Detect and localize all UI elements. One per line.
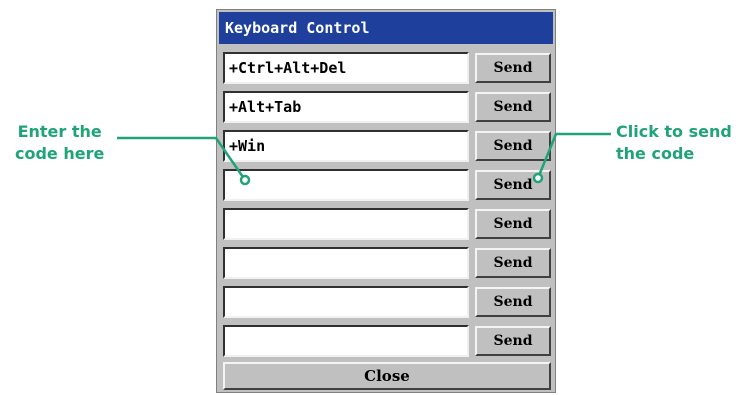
code-input-4[interactable] [223,169,469,201]
code-input-7[interactable] [223,286,469,318]
code-row: Send [223,286,553,318]
send-button-6[interactable]: Send [475,248,551,278]
enter-code-annotation: Enter the code here [15,121,104,165]
keyboard-control-dialog: Keyboard Control Send Send Send Send Sen… [216,9,556,393]
send-button-5[interactable]: Send [475,209,551,239]
code-input-5[interactable] [223,208,469,240]
code-input-6[interactable] [223,247,469,279]
code-row: Send [223,169,553,201]
click-send-annotation: Click to send the code [616,121,732,165]
annotation-line: Enter the [17,122,102,141]
code-row: Send [223,325,553,357]
annotation-line: code here [15,144,105,163]
send-button-3[interactable]: Send [475,131,551,161]
code-row: Send [223,52,553,84]
code-input-2[interactable] [223,91,469,123]
code-row: Send [223,130,553,162]
dialog-title: Keyboard Control [219,12,553,44]
code-input-3[interactable] [223,130,469,162]
send-button-8[interactable]: Send [475,326,551,356]
code-input-1[interactable] [223,52,469,84]
send-button-4[interactable]: Send [475,170,551,200]
code-input-8[interactable] [223,325,469,357]
code-row: Send [223,247,553,279]
annotation-line: the code [616,144,695,163]
code-row: Send [223,208,553,240]
annotation-line: Click to send [616,122,732,141]
send-button-2[interactable]: Send [475,92,551,122]
send-button-7[interactable]: Send [475,287,551,317]
send-button-1[interactable]: Send [475,53,551,83]
close-button[interactable]: Close [223,362,551,390]
code-row: Send [223,91,553,123]
